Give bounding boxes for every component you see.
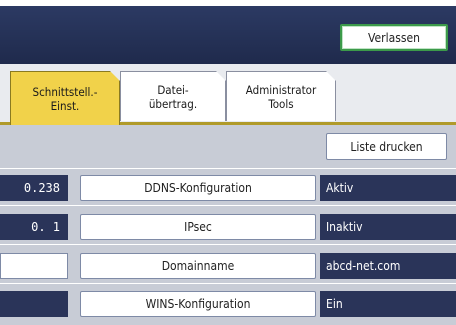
ddns-config-button[interactable]: DDNS-Konfiguration xyxy=(80,175,316,201)
exit-button[interactable]: Verlassen xyxy=(340,24,448,51)
row-left-field[interactable] xyxy=(0,253,68,279)
row-divider xyxy=(0,283,456,284)
tab-label-line2: Einst. xyxy=(50,98,80,113)
tab-administrator-tools[interactable]: Administrator Tools xyxy=(226,71,336,121)
tab-notch xyxy=(326,71,336,81)
tab-label-line1: Administrator xyxy=(245,82,317,97)
tab-label-line2: übertrag. xyxy=(148,96,198,111)
tab-notch xyxy=(216,71,226,81)
domain-name-button[interactable]: Domainname xyxy=(80,253,316,279)
ipsec-button[interactable]: IPsec xyxy=(80,214,316,240)
tab-interface-settings[interactable]: Schnittstell.- Einst. xyxy=(10,71,120,125)
tab-file-transfer[interactable]: Datei- übertrag. xyxy=(120,71,226,121)
wins-config-button[interactable]: WINS-Konfiguration xyxy=(80,291,316,317)
row-value: abcd-net.com xyxy=(320,253,456,279)
row-left-value: 0.238 xyxy=(0,175,68,201)
row-divider xyxy=(0,244,456,245)
row-divider xyxy=(0,205,456,206)
print-list-button[interactable]: Liste drucken xyxy=(326,133,447,160)
row-left-value xyxy=(0,291,68,317)
tab-label-line2: Tools xyxy=(268,96,294,111)
tab-notch xyxy=(110,71,120,81)
row-value: Aktiv xyxy=(320,175,456,201)
tab-label-line1: Datei- xyxy=(157,82,189,97)
row-value: Inaktiv xyxy=(320,214,456,240)
row-divider xyxy=(0,168,456,169)
tab-label-line1: Schnittstell.- xyxy=(32,84,98,99)
row-value: Ein xyxy=(320,291,456,317)
row-left-value: 0. 1 xyxy=(0,214,68,240)
